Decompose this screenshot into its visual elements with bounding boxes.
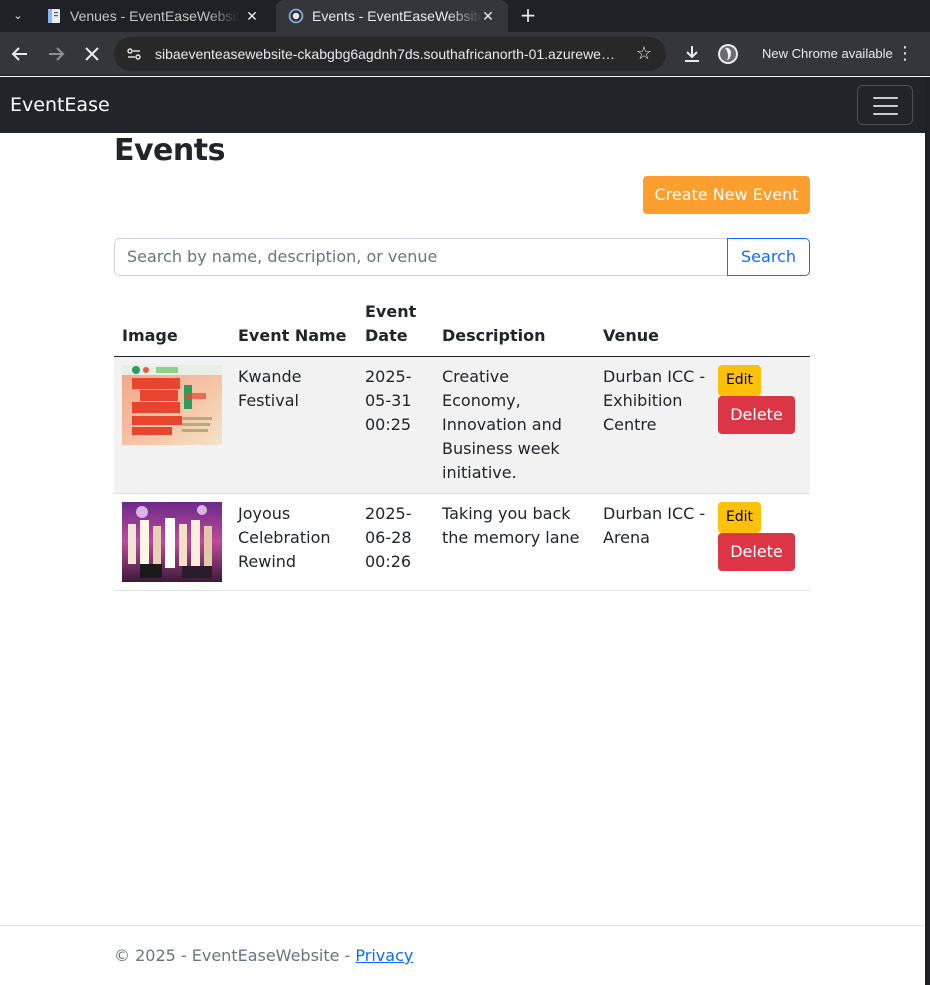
delete-button[interactable]: Delete <box>718 396 795 434</box>
table-row: Joyous Celebration Rewind 2025-06-28 00:… <box>114 494 810 590</box>
forward-arrow-icon[interactable] <box>44 42 68 66</box>
download-icon[interactable] <box>680 42 704 66</box>
column-header-event-name: Event Name <box>238 326 347 345</box>
address-bar[interactable]: sibaeventeasewebsite-ckabgbg6agdnh7ds.so… <box>114 37 666 71</box>
browser-menu-icon[interactable]: ⋮ <box>896 42 914 66</box>
footer-divider <box>0 925 925 926</box>
stop-loading-icon[interactable] <box>80 42 104 66</box>
event-thumbnail[interactable] <box>122 502 222 582</box>
site-settings-icon[interactable] <box>126 46 142 62</box>
site-navbar: EventEase <box>0 77 925 133</box>
search-button[interactable]: Search <box>727 238 810 276</box>
edit-button[interactable]: Edit <box>718 502 761 533</box>
event-description: Creative Economy, Innovation and Busines… <box>442 367 562 482</box>
tab-events[interactable]: Events - EventEaseWebsite ✕ <box>276 0 508 32</box>
footer-copyright: © 2025 - EventEaseWebsite - <box>114 946 356 965</box>
url-text[interactable]: sibaeventeasewebsite-ckabgbg6agdnh7ds.so… <box>155 46 623 62</box>
create-new-event-button[interactable]: Create New Event <box>643 176 810 214</box>
tab-title: Venues - EventEaseWebsite <box>70 8 240 24</box>
hamburger-icon <box>873 97 898 99</box>
event-date: 2025-05-31 00:25 <box>365 367 412 434</box>
tab-title: Events - EventEaseWebsite <box>312 8 482 24</box>
window-edge <box>925 77 930 985</box>
column-header-venue: Venue <box>603 326 659 345</box>
close-tab-icon[interactable]: ✕ <box>244 7 260 25</box>
chrome-update-label[interactable]: New Chrome available <box>762 46 893 62</box>
event-description: Taking you back the memory lane <box>442 504 580 547</box>
privacy-link[interactable]: Privacy <box>355 946 413 965</box>
loading-globe-icon <box>288 8 304 24</box>
document-icon <box>48 9 60 23</box>
close-tab-icon[interactable]: ✕ <box>480 7 496 25</box>
event-poster-image <box>122 365 222 445</box>
edit-button[interactable]: Edit <box>718 365 761 396</box>
event-venue: Durban ICC - Arena <box>603 504 706 547</box>
event-thumbnail[interactable] <box>122 365 222 445</box>
navbar-toggler-button[interactable] <box>857 85 913 125</box>
tab-search-icon[interactable]: ⌄ <box>8 7 28 25</box>
row-divider <box>114 590 810 591</box>
back-arrow-icon[interactable] <box>8 42 32 66</box>
browser-tab-strip: ⌄ Venues - EventEaseWebsite ✕ Events - E… <box>0 0 930 32</box>
footer: © 2025 - EventEaseWebsite - Privacy <box>114 944 413 968</box>
column-header-event-date: Event Date <box>365 302 417 345</box>
search-input[interactable]: Search by name, description, or venue <box>114 238 728 276</box>
page-title: Events <box>114 133 225 168</box>
event-venue: Durban ICC - Exhibition Centre <box>603 367 706 434</box>
event-name: Kwande Festival <box>238 367 302 410</box>
browser-toolbar: sibaeventeasewebsite-ckabgbg6agdnh7ds.so… <box>0 32 930 76</box>
column-header-description: Description <box>442 326 546 345</box>
new-tab-button[interactable]: + <box>518 4 538 28</box>
hamburger-icon <box>873 113 898 115</box>
tab-venues[interactable]: Venues - EventEaseWebsite ✕ <box>34 0 272 32</box>
brand-link[interactable]: EventEase <box>10 93 110 117</box>
event-name: Joyous Celebration Rewind <box>238 504 331 571</box>
table-row: Kwande Festival 2025-05-31 00:25 Creativ… <box>114 357 810 493</box>
delete-button[interactable]: Delete <box>718 533 795 571</box>
hamburger-icon <box>873 105 898 107</box>
event-photo-image <box>122 502 222 582</box>
profile-avatar-icon[interactable] <box>716 42 740 66</box>
column-header-image: Image <box>122 326 178 345</box>
bookmark-star-icon[interactable]: ☆ <box>636 43 652 65</box>
event-date: 2025-06-28 00:26 <box>365 504 412 571</box>
